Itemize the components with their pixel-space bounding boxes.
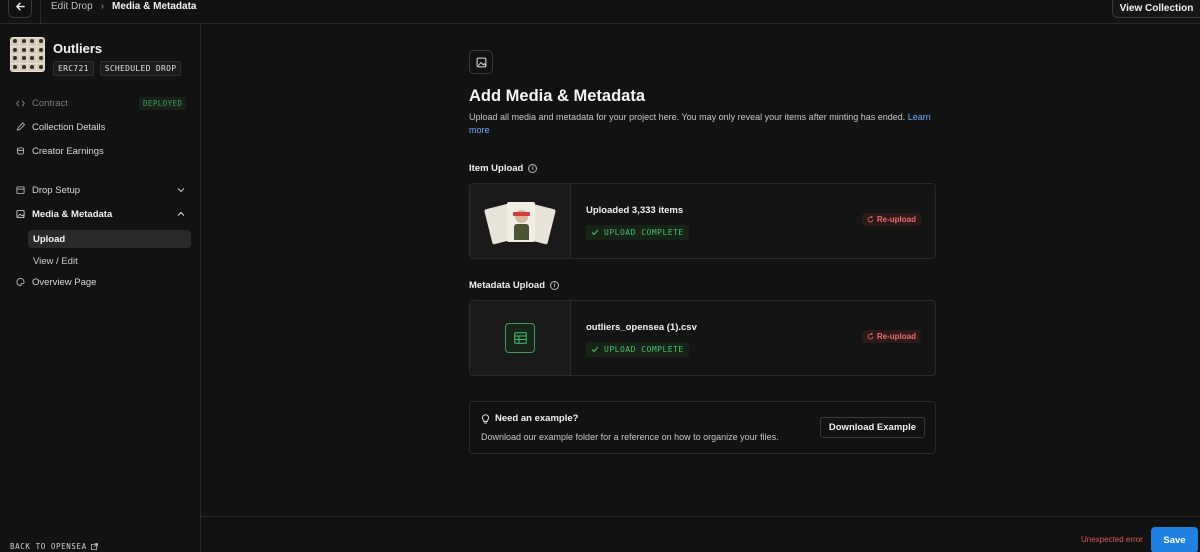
example-description: Download our example folder for a refere…: [481, 432, 779, 442]
collection-tags: ERC721 SCHEDULED DROP: [53, 61, 182, 76]
tag-drop-status: SCHEDULED DROP: [99, 61, 182, 76]
sidebar-item-label: Overview Page: [32, 276, 97, 288]
back-button[interactable]: [8, 0, 32, 18]
sidebar-item-collection-details[interactable]: Collection Details: [16, 120, 105, 134]
example-title-text: Need an example?: [495, 413, 579, 424]
status-text: UPLOAD COMPLETE: [604, 345, 684, 354]
breadcrumb: Edit Drop › Media & Metadata: [51, 0, 197, 12]
table-icon: [505, 323, 535, 353]
top-bar: Edit Drop › Media & Metadata View Collec…: [0, 0, 1200, 24]
metadata-file-name: outliers_opensea (1).csv: [586, 322, 697, 333]
sidebar-item-label: Media & Metadata: [32, 208, 113, 220]
pencil-icon: [16, 122, 25, 132]
sidebar-subitem-view-edit[interactable]: View / Edit: [28, 252, 191, 270]
breadcrumb-current: Media & Metadata: [112, 0, 197, 12]
sidebar-subitem-upload[interactable]: Upload: [28, 230, 191, 248]
reupload-label: Re-upload: [876, 332, 916, 341]
external-link-icon: [90, 543, 98, 550]
metadata-upload-label: Metadata Upload i: [469, 280, 560, 291]
page-title: Add Media & Metadata: [469, 87, 646, 105]
upload-complete-badge: UPLOAD COMPLETE: [586, 342, 689, 357]
arrow-left-icon: [15, 2, 25, 10]
footer: Unexpected error Save: [201, 516, 1200, 552]
deployed-badge: DEPLOYED: [139, 97, 187, 110]
view-collection-button[interactable]: View Collection: [1112, 0, 1200, 18]
tag-standard: ERC721: [53, 61, 94, 76]
check-icon: [591, 229, 599, 236]
sidebar: Outliers ERC721 SCHEDULED DROP Contract …: [0, 24, 201, 552]
upload-complete-badge: UPLOAD COMPLETE: [586, 225, 689, 240]
nft-preview-image: [482, 200, 558, 245]
item-reupload-button[interactable]: Re-upload: [861, 213, 921, 226]
image-icon: [469, 50, 493, 74]
info-icon[interactable]: i: [528, 164, 538, 173]
check-icon: [591, 346, 599, 353]
sidebar-item-overview-page[interactable]: Overview Page: [16, 275, 96, 289]
metadata-upload-card: outliers_opensea (1).csv UPLOAD COMPLETE…: [469, 300, 936, 376]
save-button[interactable]: Save: [1151, 527, 1198, 552]
image-icon: [16, 209, 25, 219]
sidebar-item-media-metadata[interactable]: Media & Metadata: [16, 207, 112, 221]
status-text: UPLOAD COMPLETE: [604, 228, 684, 237]
error-message: Unexpected error: [1081, 535, 1143, 544]
back-link-label: BACK TO OPENSEA: [10, 542, 87, 551]
sidebar-item-drop-setup[interactable]: Drop Setup: [16, 183, 80, 197]
info-icon[interactable]: i: [550, 281, 560, 290]
code-icon: [16, 99, 25, 108]
page-description: Upload all media and metadata for your p…: [469, 111, 939, 137]
item-upload-label: Item Upload i: [469, 163, 538, 174]
example-box: Need an example? Download our example fo…: [469, 401, 936, 454]
chevron-up-icon[interactable]: [176, 209, 186, 219]
item-upload-title: Uploaded 3,333 items: [586, 205, 684, 216]
metadata-reupload-button[interactable]: Re-upload: [861, 330, 921, 343]
collection-thumbnail: [10, 37, 45, 72]
sidebar-item-label: Contract: [32, 97, 68, 109]
divider: [40, 0, 41, 24]
refresh-icon: [867, 333, 874, 340]
chevron-right-icon: ›: [100, 0, 105, 12]
section-label-text: Item Upload: [469, 163, 524, 174]
sidebar-item-label: Drop Setup: [32, 184, 81, 196]
item-upload-card: Uploaded 3,333 items UPLOAD COMPLETE Re-…: [469, 183, 936, 259]
lightbulb-icon: [482, 413, 489, 423]
example-title: Need an example?: [481, 413, 578, 424]
coins-icon: [16, 147, 25, 156]
chevron-down-icon[interactable]: [176, 185, 186, 195]
sidebar-item-contract[interactable]: Contract: [16, 96, 68, 110]
back-to-opensea-link[interactable]: BACK TO OPENSEA: [10, 542, 98, 551]
calendar-icon: [16, 186, 25, 195]
reupload-label: Re-upload: [876, 215, 916, 224]
sidebar-item-creator-earnings[interactable]: Creator Earnings: [16, 144, 104, 158]
item-preview: [470, 184, 571, 258]
metadata-preview: [470, 301, 571, 375]
description-text: Upload all media and metadata for your p…: [469, 112, 906, 122]
sidebar-item-label: Collection Details: [32, 121, 106, 133]
sidebar-item-label: Creator Earnings: [32, 145, 104, 157]
refresh-icon: [867, 216, 874, 223]
palette-icon: [16, 277, 25, 287]
section-label-text: Metadata Upload: [469, 280, 546, 291]
download-example-button[interactable]: Download Example: [819, 417, 925, 438]
breadcrumb-edit-drop[interactable]: Edit Drop: [51, 1, 93, 12]
collection-name: Outliers: [53, 41, 103, 56]
